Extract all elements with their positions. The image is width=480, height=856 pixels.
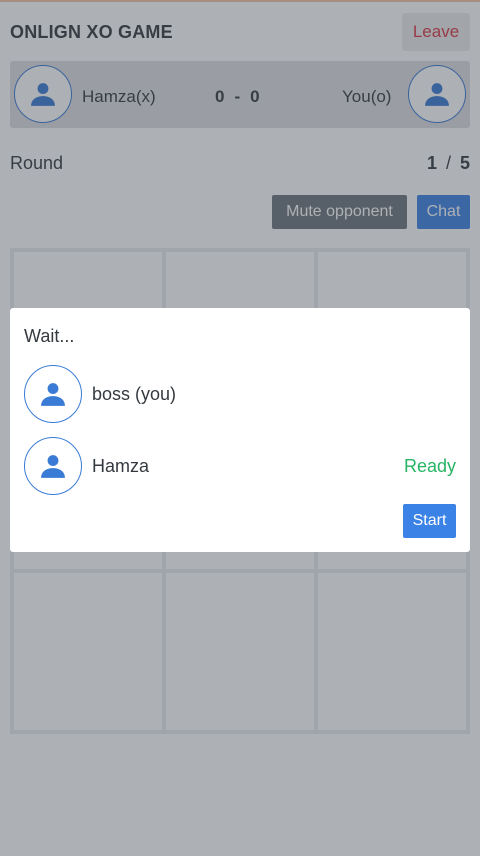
waiting-modal: Wait... boss (you) Hamza Ready Start xyxy=(10,308,470,552)
player-avatar xyxy=(24,365,82,423)
lobby-player-row: Hamza Ready xyxy=(24,437,456,495)
player-avatar xyxy=(24,437,82,495)
lobby-player-name: Hamza xyxy=(92,456,150,476)
ready-status: Ready xyxy=(403,456,456,476)
lobby-player-name: boss (you) xyxy=(92,384,177,404)
lobby-player-row: boss (you) xyxy=(24,365,456,423)
user-icon xyxy=(41,455,65,478)
user-icon xyxy=(41,383,65,406)
start-button[interactable]: Start xyxy=(403,504,456,538)
modal-title: Wait... xyxy=(24,326,75,346)
